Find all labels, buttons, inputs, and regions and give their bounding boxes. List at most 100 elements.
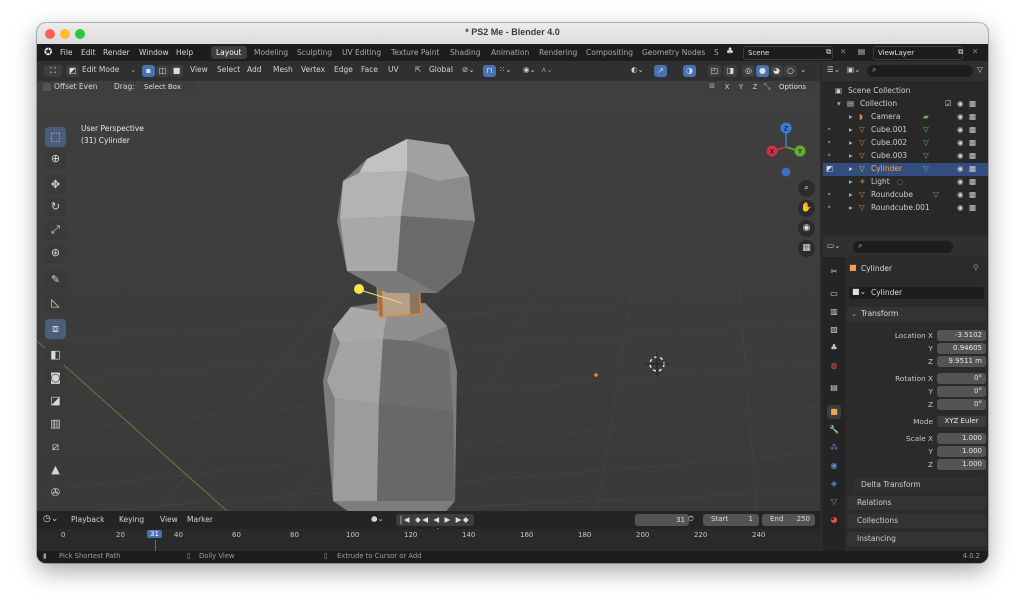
scale-y-field[interactable]: 1.000 (937, 446, 986, 457)
extrude-tool[interactable]: ◧ (45, 345, 66, 365)
collections-panel[interactable]: Collections (847, 514, 986, 528)
poly-build-tool[interactable]: ▲ (45, 460, 66, 480)
camera-render-icon[interactable]: ▩ (969, 177, 976, 186)
rotation-x-field[interactable]: 0° (937, 373, 986, 384)
pin-icon[interactable]: ⚲ (973, 263, 979, 272)
tab-modeling[interactable]: Modeling (249, 46, 293, 59)
menu-keying[interactable]: Keying (119, 515, 144, 524)
transform-orientation-icon[interactable]: ⇱ (415, 65, 421, 74)
data-tab-icon[interactable]: ▽ (827, 495, 841, 509)
menu-file[interactable]: File (60, 48, 73, 57)
pivot-point-icon[interactable]: ⊘⌄ (462, 65, 475, 74)
menu-face[interactable]: Face (361, 65, 378, 74)
scene-icon[interactable]: ♣ (726, 47, 734, 57)
transform-panel-header[interactable]: ⌄ Transform (847, 307, 986, 322)
delete-scene-icon[interactable]: ✕ (840, 47, 846, 56)
tab-compositing[interactable]: Compositing (581, 46, 638, 59)
mode-dropdown-icon[interactable]: ⌄ (130, 65, 136, 74)
playback-controls[interactable]: |◀ ◆◀ ◀ ▶ ▶◆ ▶| (396, 514, 474, 536)
menu-select[interactable]: Select (217, 65, 240, 74)
mirror-x-toggle[interactable]: X (721, 82, 733, 92)
add-cube-tool[interactable]: ⧈ (45, 319, 66, 339)
tab-shading[interactable]: Shading (445, 46, 485, 59)
3d-viewport[interactable]: X Y Z User Perspective (31) Cylinder ⬚ ⊕… (37, 81, 820, 511)
collapse-arrow-icon[interactable]: ▾ (837, 99, 841, 108)
outliner-editor-icon[interactable]: ☰⌄ (827, 65, 840, 74)
camera-render-icon[interactable]: ▩ (969, 164, 976, 173)
eye-icon[interactable]: ◉ (957, 164, 964, 173)
shading-options-icon[interactable]: ⌄ (800, 65, 806, 74)
frame-ruler[interactable]: 0 20 31 40 60 80 100 120 140 160 180 200… (37, 529, 820, 551)
mirror-z-toggle[interactable]: Z (749, 82, 761, 92)
modifier-tab-icon[interactable]: 🔧 (827, 423, 841, 437)
tab-rendering[interactable]: Rendering (534, 46, 582, 59)
spin-tool[interactable]: ✇ (45, 483, 66, 503)
menu-window[interactable]: Window (139, 48, 169, 57)
material-shading-icon[interactable]: ◕ (770, 65, 783, 77)
material-tab-icon[interactable]: ◕ (827, 513, 841, 527)
rotation-mode-dropdown[interactable]: XYZ Euler (937, 416, 986, 427)
render-tab-icon[interactable]: ▭ (827, 287, 841, 301)
eye-icon[interactable]: ◉ (957, 112, 964, 121)
eye-icon[interactable]: ◉ (957, 190, 964, 199)
location-x-field[interactable]: -3.5102 (937, 330, 986, 341)
current-frame-field[interactable]: 31 (635, 514, 689, 526)
menu-render[interactable]: Render (103, 48, 130, 57)
tab-layout[interactable]: Layout (211, 46, 247, 59)
editor-type-icon[interactable]: ⛶ (44, 65, 62, 77)
wireframe-shading-icon[interactable]: ◎ (742, 65, 755, 77)
show-overlays-icon[interactable]: ◑ (683, 65, 696, 77)
relations-panel[interactable]: Relations (847, 496, 986, 510)
outliner-row[interactable]: • ▸ ▽ Roundcube ▽ ◉ ▩ (823, 189, 988, 202)
snap-target-icon[interactable]: ⁙⌄ (499, 65, 512, 74)
world-tab-icon[interactable]: ◍ (827, 359, 841, 373)
scene-tab-icon[interactable]: ♣ (827, 341, 841, 355)
outliner-row[interactable]: • ▸ ▽ Roundcube.001 ◉ ▩ (823, 202, 988, 215)
expand-arrow-icon[interactable]: ▸ (849, 151, 853, 160)
expand-arrow-icon[interactable]: ▸ (849, 164, 853, 173)
end-frame-field[interactable]: End 250 (762, 514, 815, 526)
new-view-layer-icon[interactable]: ⧉ (958, 47, 963, 57)
delete-view-layer-icon[interactable]: ✕ (972, 47, 978, 56)
menu-add[interactable]: Add (247, 65, 262, 74)
tab-texture-paint[interactable]: Texture Paint (386, 46, 444, 59)
current-frame-indicator[interactable]: 31 (147, 530, 162, 538)
outliner-row[interactable]: ▸ ☀ Light ◌ ◉ ▩ (823, 176, 988, 189)
inset-tool[interactable]: ◙ (45, 368, 66, 388)
expand-arrow-icon[interactable]: ▸ (849, 203, 853, 212)
menu-vertex[interactable]: Vertex (301, 65, 325, 74)
menu-view[interactable]: View (190, 65, 208, 74)
object-visibility-icon[interactable]: ◐⌄ (631, 65, 644, 74)
scale-x-field[interactable]: 1.000 (937, 433, 986, 444)
instancing-panel[interactable]: Instancing (847, 532, 986, 546)
bevel-tool[interactable]: ◪ (45, 391, 66, 411)
face-select-icon[interactable]: ■ (170, 65, 183, 77)
eye-icon[interactable]: ◉ (957, 138, 964, 147)
expand-arrow-icon[interactable]: ▸ (849, 190, 853, 199)
expand-arrow-icon[interactable]: ▸ (849, 138, 853, 147)
mesh-edit-overlays-icon[interactable]: ◰ (708, 65, 721, 77)
menu-playback[interactable]: Playback (71, 515, 104, 524)
view-layer-icon[interactable]: ▤ (858, 47, 865, 56)
collection-tab-icon[interactable]: ▤ (827, 381, 841, 395)
delta-transform-panel[interactable]: Delta Transform (853, 478, 984, 492)
rotation-z-field[interactable]: 0° (937, 399, 986, 410)
measure-tool[interactable]: ◺ (45, 293, 66, 313)
expand-arrow-icon[interactable]: ▸ (849, 112, 853, 121)
camera-render-icon[interactable]: ▩ (969, 190, 976, 199)
transform-orientation-selector[interactable]: Global (429, 65, 453, 74)
options-dropdown[interactable]: Options (775, 81, 817, 93)
display-mode-icon[interactable]: ▣⌄ (847, 65, 860, 74)
show-gizmo-icon[interactable]: ↗ (654, 65, 667, 77)
offset-even-checkbox[interactable] (43, 83, 51, 91)
knife-tool[interactable]: ⧄ (45, 437, 66, 457)
camera-view-icon[interactable]: ◉ (798, 220, 815, 237)
outliner-row[interactable]: • ▸ ▽ Cube.003 ▽ ◉ ▩ (823, 150, 988, 163)
outliner-row-selected[interactable]: ◩ ▸ ▽ Cylinder ▽ ◉ ▩ (823, 163, 988, 176)
start-frame-field[interactable]: Start 1 (703, 514, 759, 526)
drag-select-box-dropdown[interactable]: Select Box (140, 81, 196, 93)
location-y-field[interactable]: 0.94605 (937, 343, 986, 354)
scale-z-field[interactable]: 1.000 (937, 459, 986, 470)
cursor-tool[interactable]: ⊕ (45, 149, 66, 169)
select-box-tool[interactable]: ⬚ (45, 127, 66, 147)
